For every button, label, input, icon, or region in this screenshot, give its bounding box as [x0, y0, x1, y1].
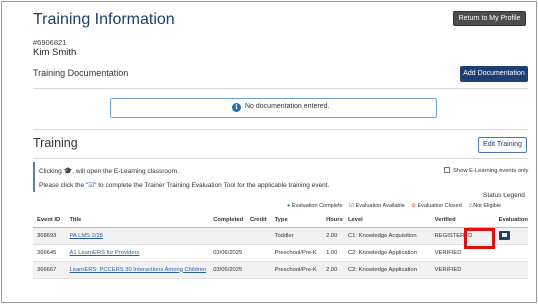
documentation-section-title: Training Documentation — [33, 68, 129, 78]
column-header[interactable]: Event ID — [33, 213, 66, 228]
instruction-prefix: Please click the " — [39, 182, 89, 189]
edit-training-button[interactable]: Edit Training — [478, 137, 527, 153]
column-header[interactable]: Credit — [245, 213, 271, 228]
instruction-suffix: " to complete the Trainer Training Evalu… — [94, 182, 330, 189]
page-title: Training Information — [33, 11, 175, 28]
hours: 1.00 — [322, 244, 344, 262]
legend-label: Evaluation Complete — [291, 203, 343, 209]
graduation-cap-icon: 🎓 — [63, 168, 73, 175]
divider — [33, 88, 528, 89]
type: Preschool/Pre-K — [270, 261, 323, 279]
instruction-prefix: Clicking — [39, 168, 62, 175]
legend-evaluation-complete: ● Evaluation Complete — [287, 203, 343, 209]
legend-evaluation-closed: ⊘ Evaluation Closed — [411, 203, 461, 209]
legend-not-eligible: ⚠Not Eligible — [468, 203, 501, 209]
level: C1: Knowledge Acquisition — [343, 227, 431, 245]
elearning-instructions: Clicking 🎓, will open the E-Learning cla… — [39, 167, 179, 175]
instruction-suffix: , will open the E-Learning classroom. — [72, 168, 179, 175]
evaluate-button[interactable] — [498, 231, 510, 240]
column-header[interactable]: Title — [65, 213, 210, 228]
legend-label: Not Eligible — [473, 203, 502, 209]
evaluation-cell — [494, 261, 528, 279]
legend-label: Evaluation Available — [355, 203, 405, 209]
event-id: 366667 — [33, 261, 66, 279]
green-dot-icon: ● — [287, 203, 291, 209]
evaluation-cell — [494, 244, 528, 262]
info-icon: i — [232, 103, 241, 112]
training-table: Event ID Title Completed Credit Type Hou… — [33, 213, 528, 279]
info-callout-bar — [33, 162, 35, 192]
table-row: 368693 PA LMS 2/28 Toddler 2.00 C1: Know… — [33, 227, 528, 245]
status-legend: ● Evaluation Complete ☑ Evaluation Avail… — [287, 203, 506, 209]
column-header[interactable]: Verified — [430, 213, 495, 228]
completed-date: 03/06/2025 — [209, 244, 246, 262]
table-header-row: Event ID Title Completed Credit Type Hou… — [33, 213, 528, 228]
credit — [245, 244, 271, 262]
divider — [33, 158, 528, 159]
show-elearning-checkbox[interactable] — [444, 167, 450, 173]
status-legend-title: Status Legend — [483, 192, 525, 199]
type: Toddler — [270, 227, 323, 245]
verified-status: VERIFIED — [430, 261, 495, 279]
divider — [33, 129, 528, 130]
no-entry-icon: ⊘ — [411, 203, 416, 209]
event-title-link[interactable]: LearnERS: PCCERS 30 Interactions Among C… — [65, 261, 210, 279]
level: C2: Knowledge Application — [343, 244, 431, 262]
event-title-link[interactable]: PA LMS 2/28 — [65, 227, 210, 245]
legend-label: Evaluation Closed — [417, 203, 462, 209]
show-elearning-label: Show E-Learning events only — [453, 168, 529, 174]
edit-square-icon: ☑ — [349, 203, 355, 209]
evaluate-button-highlight — [464, 228, 495, 249]
evaluation-cell — [494, 227, 528, 245]
column-header[interactable]: Completed — [209, 213, 246, 228]
add-documentation-button[interactable]: Add Documentation — [460, 66, 528, 82]
type: Preschool/Pre-K — [270, 244, 323, 262]
show-elearning-filter[interactable]: Show E-Learning events only — [444, 167, 528, 174]
no-documentation-message: No documentation entered. — [245, 103, 330, 110]
table-row: 366645 A1 LearnERS for Providers 03/06/2… — [33, 244, 528, 262]
level: C2: Knowledge Application — [343, 261, 431, 279]
event-id: 366645 — [33, 244, 66, 262]
return-to-profile-button[interactable]: Return to My Profile — [453, 11, 526, 26]
user-id: #6906821 — [33, 38, 67, 47]
evaluation-instructions: Please click the "☑" to complete the Tra… — [39, 181, 329, 189]
table-row: 366667 LearnERS: PCCERS 30 Interactions … — [33, 261, 528, 279]
completed-date: 03/06/2025 — [209, 261, 246, 279]
column-header[interactable]: Type — [270, 213, 323, 228]
completed-date — [209, 227, 246, 245]
credit — [245, 227, 271, 245]
hours: 2.00 — [322, 261, 344, 279]
column-header[interactable]: Level — [343, 213, 431, 228]
legend-evaluation-available: ☑ Evaluation Available — [349, 203, 405, 209]
column-header[interactable]: Evaluation — [494, 213, 528, 228]
user-name: Kim Smith — [33, 47, 77, 58]
credit — [245, 261, 271, 279]
event-title-link[interactable]: A1 LearnERS for Providers — [65, 244, 210, 262]
training-info-panel: Training Information Return to My Profil… — [1, 1, 537, 303]
hours: 2.00 — [322, 227, 344, 245]
training-section-title: Training — [33, 136, 78, 150]
event-id: 368693 — [33, 227, 66, 245]
no-documentation-alert: i No documentation entered. — [110, 98, 437, 118]
column-header[interactable]: Hours — [322, 213, 344, 228]
